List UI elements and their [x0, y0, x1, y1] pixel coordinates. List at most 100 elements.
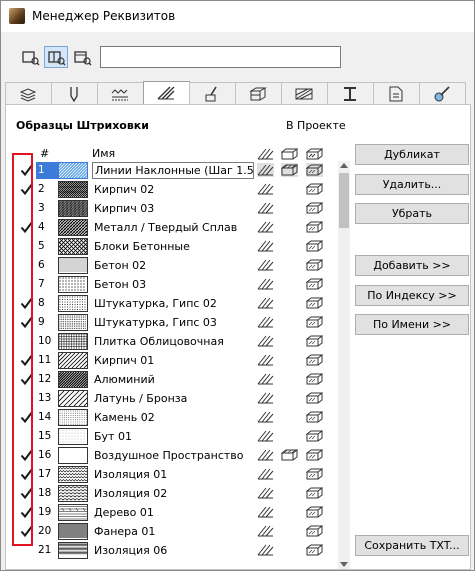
hatch-icon[interactable] — [257, 391, 274, 405]
hatch-icon[interactable] — [257, 410, 274, 424]
hatch-box-outline-icon[interactable] — [305, 353, 324, 367]
row-number: 13 — [38, 392, 52, 404]
save-txt-button[interactable]: Сохранить TXT... — [355, 535, 469, 556]
hatch-box-icon[interactable] — [280, 163, 299, 177]
by-index-button[interactable]: По Индексу >> — [355, 285, 469, 306]
hatch-icon[interactable] — [257, 505, 274, 519]
hatch-icon[interactable] — [257, 467, 274, 481]
table-row[interactable]: 1 Линии Наклонные (Шаг 1.5) — [14, 161, 350, 180]
hatch-icon[interactable] — [257, 334, 274, 348]
fill-pattern-swatch — [58, 466, 90, 483]
column-header-name[interactable]: Имя — [92, 147, 115, 160]
tab-zones[interactable] — [373, 82, 420, 104]
hatch-icon[interactable] — [257, 448, 274, 462]
table-row[interactable]: 19 Дерево 01 — [14, 503, 350, 522]
view-split-icon[interactable] — [44, 46, 68, 68]
hatch-box-outline-icon[interactable] — [305, 467, 324, 481]
hatch-box-outline-icon[interactable] — [305, 543, 324, 557]
row-number: 19 — [38, 506, 52, 518]
table-row[interactable]: 5 Блоки Бетонные — [14, 237, 350, 256]
hatch-box-outline-icon[interactable] — [305, 410, 324, 424]
hatch-column-icon[interactable] — [257, 147, 274, 160]
scroll-up-arrow-icon[interactable] — [340, 163, 348, 168]
hatch-icon[interactable] — [257, 524, 274, 538]
tab-surfaces[interactable] — [419, 82, 466, 104]
table-row[interactable]: 18 Изоляция 02 — [14, 484, 350, 503]
hatch-icon[interactable] — [257, 372, 274, 386]
hatch-box-outline-icon[interactable] — [305, 163, 324, 177]
hatch-box-icon[interactable] — [280, 448, 299, 462]
table-row[interactable]: 20 Фанера 01 — [14, 522, 350, 541]
hatch-icon[interactable] — [257, 220, 274, 234]
table-row[interactable]: 8 Штукатурка, Гипс 02 — [14, 294, 350, 313]
table-row[interactable]: 6 Бетон 02 — [14, 256, 350, 275]
hatch-icon[interactable] — [257, 277, 274, 291]
tab-profiles[interactable] — [281, 82, 328, 104]
tab-line-types[interactable] — [97, 82, 144, 104]
hatch-box-outline-icon[interactable] — [305, 258, 324, 272]
view-list-icon[interactable] — [18, 46, 42, 68]
hatch-box-outline-icon[interactable] — [305, 486, 324, 500]
hatch-icon[interactable] — [257, 239, 274, 253]
hatch-box-outline-icon[interactable] — [305, 391, 324, 405]
hatch-box-outline-icon[interactable] — [305, 182, 324, 196]
table-row[interactable]: 7 Бетон 03 — [14, 275, 350, 294]
hatch-box-outline-icon[interactable] — [305, 524, 324, 538]
remove-button[interactable]: Убрать — [355, 203, 469, 224]
table-row[interactable]: 16 Воздушное Пространство — [14, 446, 350, 465]
hatch-box-outline-icon[interactable] — [305, 448, 324, 462]
hatch-box-outline-icon[interactable] — [305, 239, 324, 253]
hatch-icon[interactable] — [257, 182, 274, 196]
hatch-outline-column-icon[interactable] — [306, 147, 323, 160]
hatch-box-outline-icon[interactable] — [305, 372, 324, 386]
hatch-icon[interactable] — [257, 201, 274, 215]
hatch-box-column-icon[interactable] — [281, 147, 298, 160]
hatch-icon[interactable] — [257, 429, 274, 443]
tab-fills[interactable] — [143, 81, 190, 105]
table-row[interactable]: 11 Кирпич 01 — [14, 351, 350, 370]
hatch-box-outline-icon[interactable] — [305, 220, 324, 234]
by-name-button[interactable]: По Имени >> — [355, 314, 469, 335]
table-row[interactable]: 21 Изоляция 06 — [14, 541, 350, 560]
tab-layers[interactable] — [5, 82, 52, 104]
row-number: 6 — [38, 259, 45, 271]
hatch-box-outline-icon[interactable] — [305, 201, 324, 215]
tab-building-materials[interactable] — [189, 82, 236, 104]
tab-pens[interactable] — [51, 82, 98, 104]
table-row[interactable]: 9 Штукатурка, Гипс 03 — [14, 313, 350, 332]
scroll-thumb[interactable] — [339, 173, 349, 228]
scroll-down-arrow-icon[interactable] — [340, 562, 348, 567]
hatch-box-outline-icon[interactable] — [305, 315, 324, 329]
table-row[interactable]: 13 Латунь / Бронза — [14, 389, 350, 408]
table-row[interactable]: 3 Кирпич 03 — [14, 199, 350, 218]
table-row[interactable]: 14 Камень 02 — [14, 408, 350, 427]
tab-beam-profiles[interactable] — [327, 82, 374, 104]
hatch-icon[interactable] — [257, 486, 274, 500]
add-button[interactable]: Добавить >> — [355, 255, 469, 276]
view-preview-icon[interactable] — [70, 46, 94, 68]
table-row[interactable]: 4 Металл / Твердый Сплав — [14, 218, 350, 237]
table-row[interactable]: 12 Алюминий — [14, 370, 350, 389]
hatch-box-outline-icon[interactable] — [305, 296, 324, 310]
table-row[interactable]: 10 Плитка Облицовочная — [14, 332, 350, 351]
table-row[interactable]: 15 Бут 01 — [14, 427, 350, 446]
hatch-icon[interactable] — [257, 353, 274, 367]
column-header-num[interactable]: # — [40, 147, 49, 160]
hatch-box-outline-icon[interactable] — [305, 334, 324, 348]
hatch-box-outline-icon[interactable] — [305, 505, 324, 519]
table-row[interactable]: 2 Кирпич 02 — [14, 180, 350, 199]
hatch-icon[interactable] — [257, 296, 274, 310]
duplicate-button[interactable]: Дубликат — [355, 144, 469, 165]
table-row[interactable]: 17 Изоляция 01 — [14, 465, 350, 484]
hatch-box-outline-icon[interactable] — [305, 277, 324, 291]
hatch-icon[interactable] — [257, 543, 274, 557]
hatch-box-outline-icon[interactable] — [305, 429, 324, 443]
search-input[interactable] — [100, 46, 341, 68]
delete-button[interactable]: Удалить... — [355, 174, 469, 195]
list-scrollbar[interactable] — [338, 161, 350, 569]
hatch-icon[interactable] — [257, 258, 274, 272]
fill-name-field[interactable]: Линии Наклонные (Шаг 1.5) — [92, 162, 254, 179]
hatch-icon[interactable] — [257, 163, 274, 177]
tab-composites[interactable] — [235, 82, 282, 104]
hatch-icon[interactable] — [257, 315, 274, 329]
